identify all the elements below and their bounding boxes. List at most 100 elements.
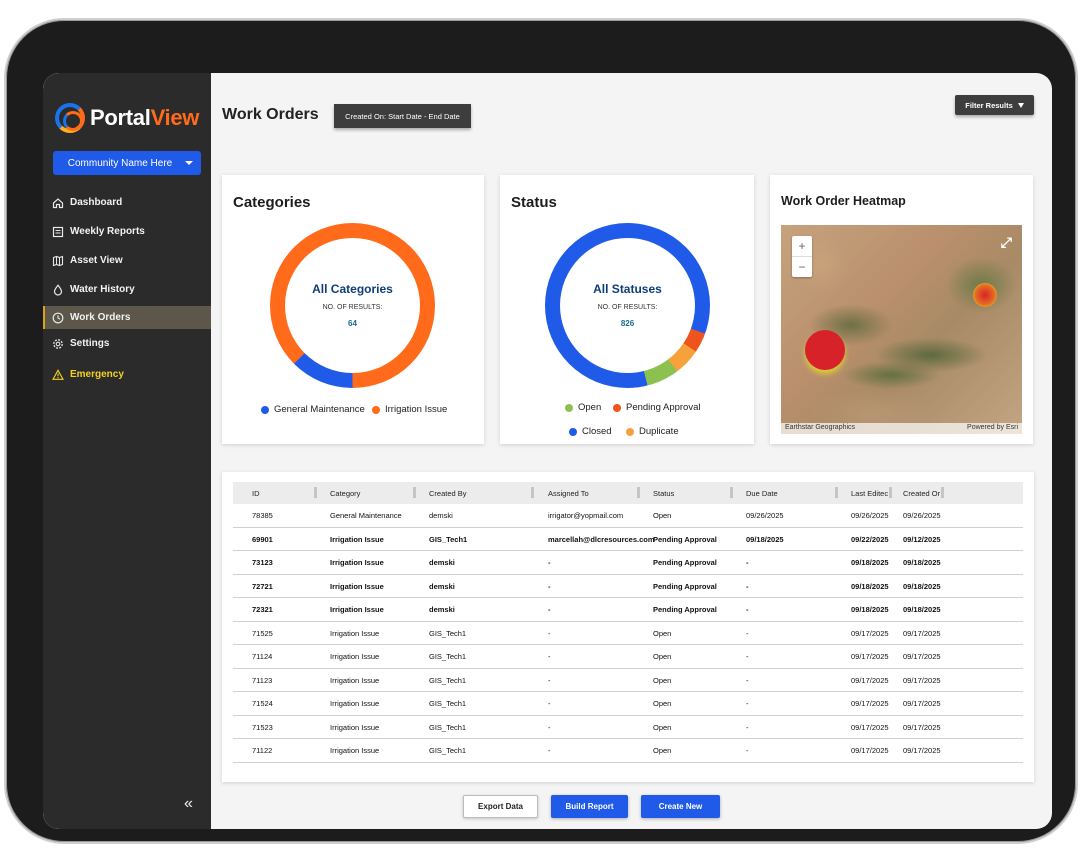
cell-assigned-to[interactable]: irrigator@yopmail.com (548, 504, 623, 527)
column-header-created-by[interactable]: Created By (429, 482, 467, 504)
build-report-button[interactable]: Build Report (551, 795, 628, 818)
column-resize-handle[interactable] (730, 487, 733, 498)
table-row[interactable]: 71525 Irrigation Issue GIS_Tech1 - Open - 09/1… (233, 622, 1023, 645)
cell-last-edited: 09/18/2025 (851, 558, 889, 567)
portalview-logo[interactable]: PortalView (55, 103, 199, 133)
legend-item-irrigation-issue[interactable]: Irrigation Issue (372, 404, 447, 415)
column-header-assigned-to[interactable]: Assigned To (548, 482, 589, 504)
cell-assigned-to[interactable]: marcellah@dlcresources.com (548, 528, 655, 551)
column-resize-handle[interactable] (531, 487, 534, 498)
status-donut-chart[interactable]: All Statuses NO. OF RESULTS: 826 (545, 223, 710, 388)
cell-id: 71523 (252, 722, 273, 732)
logo-text: PortalView (90, 105, 199, 131)
column-header-due-date[interactable]: Due Date (746, 482, 778, 504)
heatmap-hotspot[interactable] (805, 330, 845, 370)
column-resize-handle[interactable] (314, 487, 317, 498)
legend-label: Pending Approval (626, 402, 701, 413)
cell-status: Open (653, 628, 672, 638)
date-range-button[interactable]: Created On: Start Date - End Date (334, 104, 471, 128)
home-icon (52, 197, 64, 209)
export-data-button[interactable]: Export Data (463, 795, 538, 818)
legend-item-pending-approval[interactable]: Pending Approval (613, 402, 700, 413)
cell-due-date: - (746, 746, 749, 755)
cell-status: Open (653, 675, 672, 685)
cell-due-date: - (746, 605, 749, 614)
logo-mark-icon (55, 103, 85, 133)
table-row[interactable]: 71123 Irrigation Issue GIS_Tech1 - Open - 09/1… (233, 669, 1023, 692)
cell-category: Irrigation Issue (330, 652, 380, 661)
categories-card: Categories All Categories NO. OF RESULTS… (222, 175, 484, 444)
column-header-last-edited[interactable]: Last Editec (851, 482, 889, 504)
logo-text-portal: Portal (90, 105, 151, 130)
heatmap-hotspot[interactable] (973, 283, 997, 307)
report-icon (52, 226, 64, 238)
column-resize-handle[interactable] (941, 487, 944, 498)
table-row[interactable]: 71122 Irrigation Issue GIS_Tech1 - Open - 09/1… (233, 739, 1023, 763)
cell-last-edited: 09/17/2025 (851, 699, 889, 708)
legend-item-general-maintenance[interactable]: General Maintenance (261, 404, 365, 415)
status-results-label: NO. OF RESULTS: (597, 303, 658, 311)
sidebar-item-asset-view[interactable]: Asset View (43, 246, 211, 275)
table-row[interactable]: 71523 Irrigation Issue GIS_Tech1 - Open - 09/1… (233, 716, 1023, 739)
sidebar-item-work-orders[interactable]: Work Orders (43, 306, 211, 329)
column-header-id[interactable]: ID (252, 482, 260, 504)
table-row[interactable]: 71524 Irrigation Issue GIS_Tech1 - Open - 09/1… (233, 692, 1023, 716)
cell-due-date: - (746, 581, 749, 591)
column-resize-handle[interactable] (413, 487, 416, 498)
expand-icon[interactable]: ⤢ (1001, 234, 1012, 251)
sidebar-item-water-history[interactable]: Water History (43, 275, 211, 304)
legend-item-closed[interactable]: Closed (569, 426, 612, 437)
cell-created-by: GIS_Tech1 (429, 675, 467, 685)
cell-created-on: 09/17/2025 (903, 722, 941, 732)
column-header-status[interactable]: Status (653, 482, 674, 504)
collapse-sidebar-icon[interactable]: « (184, 795, 193, 813)
categories-donut-chart[interactable]: All Categories NO. OF RESULTS: 64 (270, 223, 435, 388)
categories-donut-center: All Categories NO. OF RESULTS: 64 (285, 238, 420, 373)
attribution-esri[interactable]: Powered by Esri (967, 424, 1018, 433)
droplet-icon (52, 283, 64, 296)
zoom-in-button[interactable]: + (792, 236, 812, 256)
column-header-category[interactable]: Category (330, 482, 360, 504)
filter-results-button[interactable]: Filter Results (955, 95, 1034, 115)
cell-category: Irrigation Issue (330, 558, 384, 567)
cell-created-by: GIS_Tech1 (429, 746, 467, 755)
categories-title: Categories (233, 194, 311, 211)
column-header-created-on[interactable]: Created Or (903, 482, 941, 504)
cell-status: Pending Approval (653, 558, 717, 567)
table-header: ID Category Created By Assigned To Statu… (233, 482, 1023, 504)
community-select[interactable]: Community Name Here (53, 151, 201, 175)
table-row[interactable]: 72321 Irrigation Issue demski - Pending Appr… (233, 598, 1023, 622)
status-center-title: All Statuses (593, 281, 662, 296)
cell-assigned-to: - (548, 558, 551, 567)
column-resize-handle[interactable] (889, 487, 892, 498)
cell-status: Open (653, 746, 672, 755)
cell-created-on: 09/17/2025 (903, 675, 941, 685)
table-row[interactable]: 73123 Irrigation Issue demski - Pending Appr… (233, 551, 1023, 575)
column-resize-handle[interactable] (637, 487, 640, 498)
table-row[interactable]: 69901 Irrigation Issue GIS_Tech1 marcellah@… (233, 528, 1023, 551)
cell-last-edited: 09/26/2025 (851, 511, 889, 520)
sidebar-item-settings[interactable]: Settings (43, 329, 211, 358)
legend-item-duplicate[interactable]: Duplicate (626, 426, 679, 437)
legend-dot (626, 427, 634, 436)
status-donut-center: All Statuses NO. OF RESULTS: 826 (560, 238, 695, 373)
zoom-out-button[interactable]: − (792, 257, 812, 277)
categories-center-title: All Categories (312, 281, 393, 296)
cell-category: Irrigation Issue (330, 675, 380, 685)
sidebar-item-dashboard[interactable]: Dashboard (43, 188, 211, 217)
column-resize-handle[interactable] (835, 487, 838, 498)
legend-item-open[interactable]: Open (565, 402, 601, 413)
sidebar-item-weekly-reports[interactable]: Weekly Reports (43, 217, 211, 246)
heatmap-map[interactable]: + − ⤢ Earthstar Geographics Powered by E… (781, 225, 1022, 434)
table-row[interactable]: 71124 Irrigation Issue GIS_Tech1 - Open - 09/1… (233, 645, 1023, 669)
cell-status: Pending Approval (653, 581, 717, 591)
map-attribution: Earthstar Geographics Powered by Esri (781, 423, 1022, 434)
app-screen: PortalView Community Name Here Dashboard (43, 73, 1052, 829)
cell-last-edited: 09/18/2025 (851, 605, 889, 614)
sidebar-item-emergency[interactable]: Emergency (43, 360, 211, 389)
table-row[interactable]: 72721 Irrigation Issue demski - Pending Appr… (233, 575, 1023, 598)
community-select-value: Community Name Here (67, 157, 173, 169)
create-new-button[interactable]: Create New (641, 795, 720, 818)
table-row[interactable]: 78385 General Maintenance demski irrigator@… (233, 504, 1023, 528)
filter-results-label: Filter Results (965, 100, 1013, 110)
